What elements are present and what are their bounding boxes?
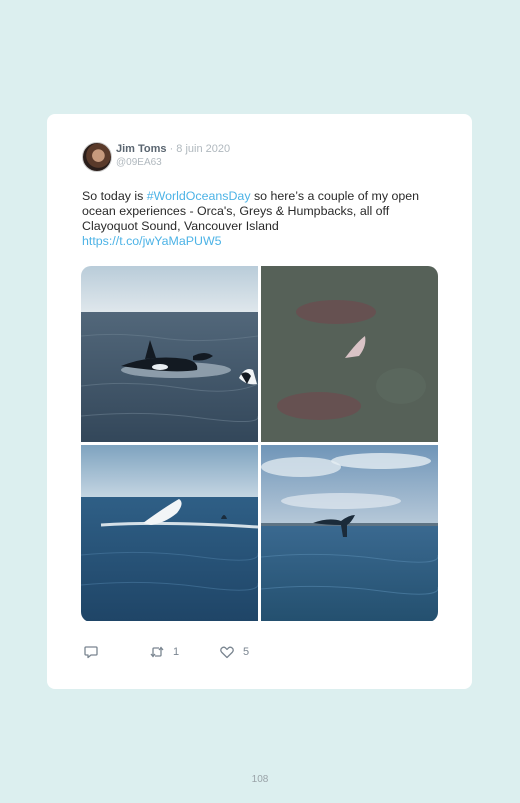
media-grid [81, 266, 438, 622]
reply-button[interactable] [83, 644, 107, 660]
tweet-date[interactable]: · 8 juin 2020 [167, 143, 231, 155]
author-name[interactable]: Jim Toms [116, 143, 167, 155]
author-handle[interactable]: @09EA63 [116, 157, 162, 168]
humpback-breach-photo[interactable] [81, 445, 258, 621]
grey-whale-underwater-photo[interactable] [261, 266, 438, 442]
like-button[interactable]: 5 [219, 644, 249, 660]
heart-icon [220, 646, 234, 659]
humpback-tail-photo[interactable] [261, 445, 438, 621]
retweet-count: 1 [173, 646, 180, 658]
like-count: 5 [243, 646, 250, 658]
tweet-text-part1: So today is [82, 189, 147, 203]
retweet-icon [150, 646, 164, 658]
reply-icon [84, 646, 98, 659]
retweet-button[interactable]: 1 [149, 644, 179, 660]
tweet-text: So today is #WorldOceansDay so here’s a … [82, 189, 432, 249]
page-number: 108 [251, 774, 269, 785]
avatar[interactable] [82, 142, 112, 172]
hashtag-link[interactable]: #WorldOceansDay [147, 189, 251, 203]
author-line: Jim Toms · 8 juin 2020 [116, 143, 230, 156]
orca-photo[interactable] [81, 266, 258, 442]
tweet-card: Jim Toms · 8 juin 2020 @09EA63 So today … [47, 114, 472, 689]
tweet-url-link[interactable]: https://t.co/jwYaMaPUW5 [82, 234, 222, 248]
